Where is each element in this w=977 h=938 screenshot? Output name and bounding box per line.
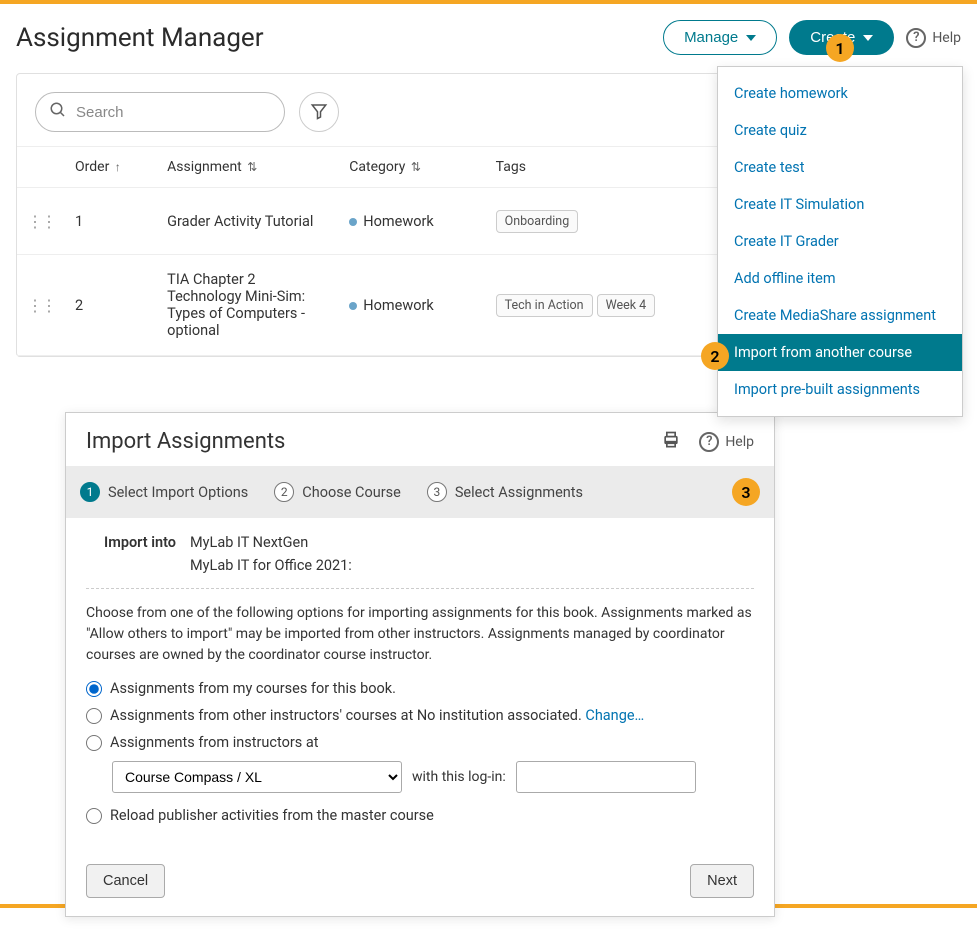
- create-dropdown-menu: Create homeworkCreate quizCreate testCre…: [717, 66, 963, 417]
- option-instructors-at[interactable]: Assignments from instructors at: [86, 734, 754, 751]
- col-order[interactable]: Order ↑: [65, 147, 157, 188]
- tag[interactable]: Onboarding: [496, 210, 579, 233]
- help-icon: ?: [699, 432, 719, 452]
- cell-order: 2: [65, 255, 157, 356]
- option-other-instructors-radio[interactable]: [86, 708, 102, 724]
- import-into-row: Import into MyLab IT NextGen MyLab IT fo…: [86, 534, 754, 574]
- step-3-number: 3: [427, 482, 447, 502]
- sort-icon: ⇅: [411, 160, 421, 174]
- import-description: Choose from one of the following options…: [86, 603, 754, 666]
- option-my-courses-radio[interactable]: [86, 681, 102, 697]
- menu-item[interactable]: Create test: [718, 149, 962, 186]
- annotation-marker-2: 2: [701, 342, 729, 370]
- page-title: Assignment Manager: [16, 23, 651, 53]
- menu-item[interactable]: Add offline item: [718, 260, 962, 297]
- menu-item[interactable]: Create MediaShare assignment: [718, 297, 962, 334]
- cell-tags: Tech in ActionWeek 4: [486, 255, 743, 356]
- menu-item[interactable]: Create IT Simulation: [718, 186, 962, 223]
- cell-order: 1: [65, 188, 157, 255]
- sort-icon: ⇅: [247, 160, 257, 174]
- instructors-at-row: Course Compass / XL with this log-in:: [112, 761, 754, 793]
- menu-item[interactable]: Create homework: [718, 75, 962, 112]
- import-into-value-2: MyLab IT for Office 2021:: [190, 557, 352, 574]
- platform-select[interactable]: Course Compass / XL: [112, 761, 402, 793]
- dialog-help-label: Help: [725, 434, 754, 450]
- option-other-instructors-label: Assignments from other instructors' cour…: [110, 707, 585, 724]
- col-assignment-label: Assignment: [167, 159, 242, 175]
- filter-icon: [310, 102, 328, 123]
- manage-label: Manage: [684, 29, 738, 46]
- option-my-courses[interactable]: Assignments from my courses for this boo…: [86, 680, 754, 697]
- dialog-help-link[interactable]: ? Help: [699, 432, 754, 452]
- col-tags-label: Tags: [496, 159, 526, 175]
- chevron-down-icon: [746, 35, 756, 41]
- import-assignments-dialog: Import Assignments ? Help 1 Select Impor…: [65, 412, 775, 917]
- col-order-label: Order: [75, 159, 109, 175]
- login-input[interactable]: [516, 761, 696, 793]
- help-label: Help: [932, 30, 961, 46]
- search-icon: [49, 101, 67, 123]
- col-category[interactable]: Category ⇅: [339, 147, 485, 188]
- annotation-marker-3: 3: [732, 478, 760, 506]
- tag[interactable]: Tech in Action: [496, 294, 593, 317]
- cancel-button[interactable]: Cancel: [86, 864, 165, 898]
- option-other-instructors[interactable]: Assignments from other instructors' cour…: [86, 707, 754, 724]
- annotation-marker-1: 1: [826, 34, 854, 62]
- search-wrap: [35, 92, 285, 132]
- col-assignment[interactable]: Assignment ⇅: [157, 147, 339, 188]
- cell-tags: Onboarding: [486, 188, 743, 255]
- step-1-label: Select Import Options: [108, 484, 248, 501]
- dialog-title: Import Assignments: [86, 429, 661, 454]
- chevron-down-icon: [863, 35, 873, 41]
- step-1-number: 1: [80, 482, 100, 502]
- cell-assignment[interactable]: TIA Chapter 2 Technology Mini-Sim: Types…: [157, 255, 339, 356]
- drag-handle-icon[interactable]: ⋮⋮: [27, 296, 55, 315]
- cell-category: Homework: [339, 255, 485, 356]
- step-3-label: Select Assignments: [455, 484, 583, 501]
- category-dot-icon: [349, 302, 357, 310]
- login-label: with this log-in:: [412, 769, 506, 785]
- divider: [86, 588, 754, 589]
- change-link[interactable]: Change…: [585, 707, 644, 724]
- manage-button[interactable]: Manage: [663, 20, 777, 55]
- help-icon: ?: [906, 28, 926, 48]
- option-instructors-at-radio[interactable]: [86, 735, 102, 751]
- dialog-footer: Cancel Next: [66, 850, 774, 916]
- option-reload-publisher-radio[interactable]: [86, 808, 102, 824]
- option-my-courses-label: Assignments from my courses for this boo…: [110, 680, 396, 697]
- col-category-label: Category: [349, 159, 405, 175]
- option-reload-publisher[interactable]: Reload publisher activities from the mas…: [86, 807, 754, 824]
- menu-item[interactable]: Import from another course: [718, 334, 962, 371]
- cell-category: Homework: [339, 188, 485, 255]
- col-tags: Tags: [486, 147, 743, 188]
- import-into-label: Import into: [86, 534, 176, 574]
- next-button[interactable]: Next: [690, 864, 754, 898]
- help-link[interactable]: ? Help: [906, 28, 961, 48]
- dialog-body: Import into MyLab IT NextGen MyLab IT fo…: [66, 518, 774, 850]
- search-input[interactable]: [35, 92, 285, 132]
- import-into-value-1: MyLab IT NextGen: [190, 534, 352, 551]
- step-2-number: 2: [274, 482, 294, 502]
- wizard-steps: 1 Select Import Options 2 Choose Course …: [66, 466, 774, 518]
- sort-up-icon: ↑: [115, 160, 121, 174]
- step-2-label: Choose Course: [302, 484, 401, 501]
- option-reload-publisher-label: Reload publisher activities from the mas…: [110, 807, 434, 824]
- menu-item[interactable]: Create quiz: [718, 112, 962, 149]
- menu-item[interactable]: Create IT Grader: [718, 223, 962, 260]
- tag[interactable]: Week 4: [597, 294, 656, 317]
- drag-handle-icon[interactable]: ⋮⋮: [27, 212, 55, 231]
- dialog-header: Import Assignments ? Help: [66, 413, 774, 466]
- cell-assignment[interactable]: Grader Activity Tutorial: [157, 188, 339, 255]
- page-header: Assignment Manager Manage Create ? Help: [16, 20, 961, 55]
- category-dot-icon: [349, 218, 357, 226]
- print-icon[interactable]: [661, 430, 681, 454]
- menu-item[interactable]: Import pre-built assignments: [718, 371, 962, 408]
- filter-button[interactable]: [299, 92, 339, 132]
- option-instructors-at-label: Assignments from instructors at: [110, 734, 319, 751]
